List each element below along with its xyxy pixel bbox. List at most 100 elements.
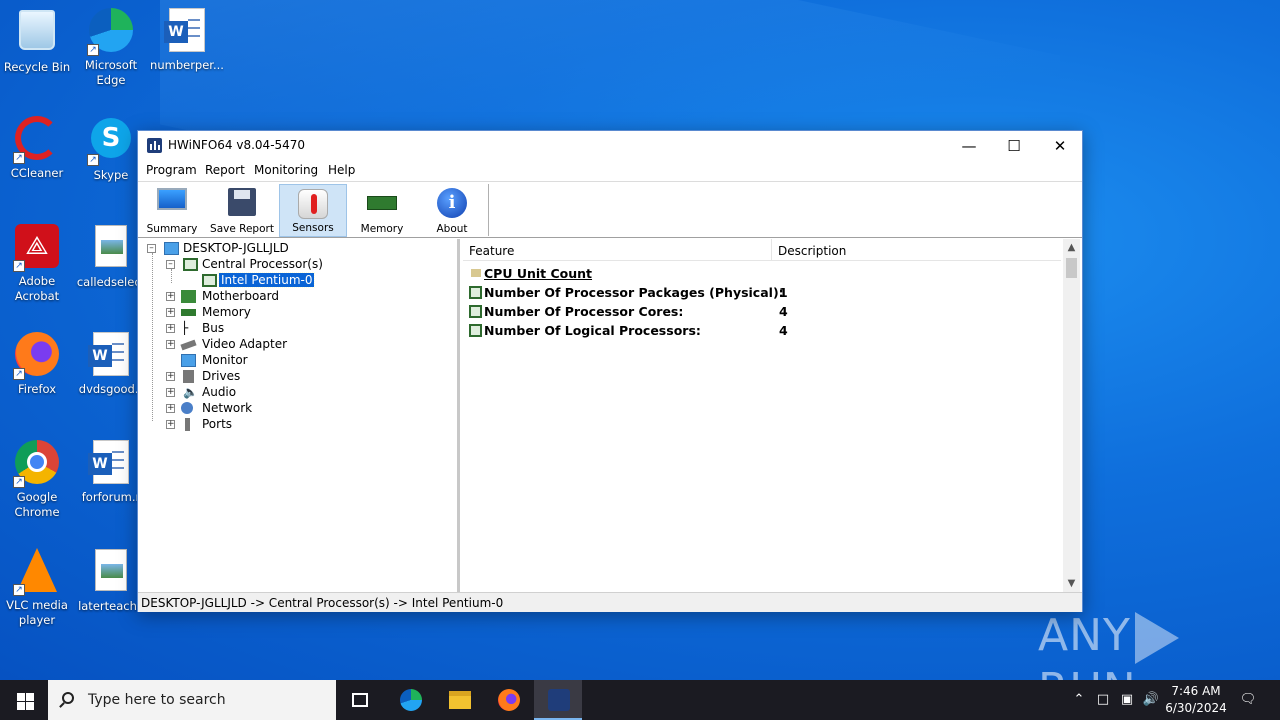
close-button[interactable]: ✕ [1037, 131, 1083, 161]
desktop-icon-numberper[interactable]: W numberper... [150, 6, 224, 73]
taskbar-search-box[interactable]: Type here to search [48, 680, 336, 720]
content-panes: – DESKTOP-JGLLJLD – Central Processor(s)… [138, 239, 1082, 592]
taskbar-edge[interactable] [386, 680, 434, 720]
bus-icon: ├ [181, 321, 189, 335]
expand-icon[interactable]: + [166, 340, 175, 349]
desktop-icon-vlc[interactable]: ↗ VLC media player [0, 546, 74, 628]
expand-icon[interactable]: + [166, 404, 175, 413]
about-label: About [436, 223, 468, 235]
folder-icon [471, 269, 481, 277]
vertical-scrollbar[interactable]: ▲ ▼ [1063, 239, 1080, 592]
toolbar-separator [488, 184, 489, 236]
shortcut-arrow-icon: ↗ [13, 152, 25, 164]
scroll-thumb[interactable] [1066, 258, 1077, 278]
start-button[interactable] [0, 680, 48, 720]
column-header-feature[interactable]: Feature [469, 244, 514, 258]
title-bar[interactable]: HWiNFO64 v8.04-5470 — ☐ ✕ [138, 131, 1082, 161]
notifications-icon[interactable]: 🗨 [1236, 680, 1260, 720]
desktop-icon-firefox[interactable]: ↗ Firefox [0, 330, 74, 397]
tree-item-label: Motherboard [202, 289, 279, 303]
monitor-icon [157, 188, 187, 210]
taskbar-firefox[interactable] [484, 680, 532, 720]
memory-label: Memory [360, 223, 404, 235]
column-header-description[interactable]: Description [771, 239, 846, 261]
tree-item-label: Ports [202, 417, 233, 431]
collapse-icon[interactable]: – [166, 260, 175, 269]
menu-report[interactable]: Report [205, 163, 245, 177]
status-bar: DESKTOP-JGLLJLD -> Central Processor(s) … [138, 592, 1082, 612]
memory-button[interactable]: Memory [348, 184, 416, 237]
maximize-button[interactable]: ☐ [991, 131, 1037, 161]
tree-line [171, 269, 172, 283]
thermometer-icon [298, 189, 328, 219]
play-logo-icon [1134, 612, 1179, 664]
about-button[interactable]: i About [418, 184, 486, 237]
shortcut-arrow-icon: ↗ [13, 368, 25, 380]
task-view-icon [352, 693, 368, 707]
word-document-icon: W [88, 440, 129, 484]
desktop-icon-label: Recycle Bin [3, 60, 71, 74]
watermark-right: RUN [1038, 664, 1137, 680]
drive-icon [183, 370, 194, 383]
expand-icon[interactable]: + [166, 372, 175, 381]
expand-icon[interactable]: + [166, 308, 175, 317]
expand-icon[interactable]: + [166, 420, 175, 429]
word-document-icon: W [164, 8, 205, 52]
taskbar-hwinfo[interactable] [534, 680, 582, 720]
device-tree: – DESKTOP-JGLLJLD – Central Processor(s)… [138, 239, 460, 592]
skype-icon: S [91, 118, 131, 158]
firefox-icon [498, 689, 520, 711]
desktop-icon-ccleaner[interactable]: ↗ CCleaner [0, 114, 74, 181]
speaker-icon: 🔈 [183, 385, 198, 399]
tree-item-label: Monitor [202, 353, 248, 367]
watermark-left: ANY [1038, 610, 1131, 661]
summary-button[interactable]: Summary [138, 184, 206, 237]
clock-time: 7:46 AM [1171, 684, 1221, 698]
clock[interactable]: 7:46 AM 6/30/2024 [1160, 683, 1232, 717]
show-hidden-icons-chevron-icon[interactable]: ⌃ [1068, 680, 1090, 720]
taskbar: Type here to search ⌃ □ ▣ 🔊 7:46 AM 6/30… [0, 680, 1280, 720]
shortcut-arrow-icon: ↗ [87, 154, 99, 166]
computer-icon [164, 242, 179, 255]
expand-icon[interactable]: + [166, 388, 175, 397]
desktop-icon-label: Adobe Acrobat [14, 274, 60, 303]
expand-icon[interactable]: + [166, 292, 175, 301]
feature-value: 4 [779, 304, 788, 319]
shortcut-arrow-icon: ↗ [13, 260, 25, 272]
menu-program[interactable]: Program [146, 163, 197, 177]
network-icon[interactable]: ▣ [1116, 680, 1138, 720]
port-plug-icon [185, 418, 190, 431]
volume-icon[interactable]: 🔊 [1140, 680, 1162, 720]
search-icon [62, 692, 74, 704]
save-report-button[interactable]: Save Report [208, 184, 276, 237]
scroll-down-arrow-icon[interactable]: ▼ [1063, 575, 1080, 592]
save-report-label: Save Report [210, 223, 274, 235]
windows-logo-icon [17, 693, 25, 701]
taskbar-file-explorer[interactable] [435, 680, 483, 720]
minimize-button[interactable]: — [946, 131, 992, 161]
desktop-icon-microsoft-edge[interactable]: ↗ Microsoft Edge [74, 6, 148, 88]
image-file-icon [95, 549, 127, 591]
desktop-icon-label: CCleaner [10, 166, 64, 180]
network-icon [181, 402, 193, 414]
shortcut-arrow-icon: ↗ [13, 584, 25, 596]
meet-now-icon[interactable]: □ [1092, 680, 1114, 720]
desktop-icon-recycle-bin[interactable]: Recycle Bin [0, 6, 74, 75]
feature-label: CPU Unit Count [484, 266, 593, 281]
desktop-icon-google-chrome[interactable]: ↗ Google Chrome [0, 438, 74, 520]
expand-icon[interactable]: + [166, 324, 175, 333]
desktop-icon-label: VLC media player [6, 598, 68, 627]
menu-monitoring[interactable]: Monitoring [254, 163, 318, 177]
menu-help[interactable]: Help [328, 163, 355, 177]
tree-line [152, 253, 153, 421]
hwinfo-app-icon [147, 138, 162, 153]
tree-item-label: Central Processor(s) [202, 257, 323, 271]
feature-label: Number Of Processor Packages (Physical): [484, 285, 784, 300]
scroll-up-arrow-icon[interactable]: ▲ [1063, 239, 1080, 256]
tree-item-label: Intel Pentium-0 [217, 272, 316, 288]
task-view-button[interactable] [336, 680, 384, 720]
collapse-icon[interactable]: – [147, 244, 156, 253]
tree-item-label: Audio [202, 385, 237, 399]
sensors-button[interactable]: Sensors [279, 184, 347, 237]
desktop-icon-adobe-acrobat[interactable]: ⟁ ↗ Adobe Acrobat [0, 222, 74, 304]
